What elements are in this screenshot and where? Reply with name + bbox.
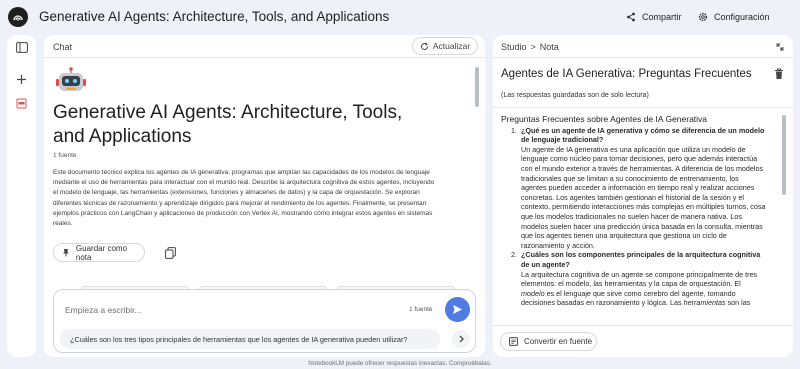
share-icon <box>627 12 635 22</box>
chat-header: Chat <box>53 42 73 52</box>
breadcrumb-note: Nota <box>539 42 559 52</box>
breadcrumb: Studio > Nota <box>501 42 559 52</box>
disclaimer-footer: NotebookLM puede ofrecer respuestas inex… <box>308 360 492 367</box>
refresh-label: Actualizar <box>432 41 471 51</box>
studio-panel: Studio > Nota Agentes de IA Generativa: … <box>493 35 793 357</box>
source-count: 1 fuente <box>53 152 77 159</box>
breadcrumb-studio[interactable]: Studio <box>501 42 527 52</box>
chat-scrollbar[interactable] <box>475 67 479 107</box>
note-divider <box>493 107 793 108</box>
gear-icon <box>698 12 708 22</box>
note-content: Preguntas Frecuentes sobre Agentes de IA… <box>501 114 766 308</box>
pdf-source-icon[interactable] <box>14 96 29 111</box>
settings-label: Configuración <box>714 12 770 22</box>
convert-icon <box>509 337 518 346</box>
robot-emoji-icon <box>56 67 86 91</box>
next-suggestion-button[interactable] <box>452 330 470 348</box>
pin-icon <box>62 249 69 257</box>
refresh-icon <box>420 42 428 50</box>
share-label: Compartir <box>642 12 682 22</box>
sources-rail <box>7 35 36 357</box>
suggested-question[interactable]: ¿Cuáles son los tres tipos principales d… <box>60 329 440 349</box>
convert-to-source-label: Convertir en fuente <box>524 337 593 346</box>
faq-question: ¿Qué es un agente de IA generativa y cóm… <box>519 126 766 145</box>
toggle-sidebar-icon[interactable] <box>14 40 29 55</box>
send-button[interactable] <box>445 297 470 322</box>
add-source-icon[interactable] <box>14 72 29 87</box>
chat-header-divider <box>44 57 485 58</box>
faq-answer: Un agente de IA generativa es una aplica… <box>521 144 766 250</box>
note-heading: Preguntas Frecuentes sobre Agentes de IA… <box>501 114 708 124</box>
note-scrollbar[interactable] <box>782 115 786 195</box>
input-source-count: 1 fuente <box>409 306 433 313</box>
trash-icon[interactable] <box>774 68 784 80</box>
settings-button[interactable]: Configuración <box>690 6 778 28</box>
document-summary: Este documento técnico explica los agent… <box>53 169 435 228</box>
footer-divider <box>493 325 793 326</box>
copy-icon[interactable] <box>165 247 176 259</box>
top-bar: Generative AI Agents: Architecture, Tool… <box>0 0 800 34</box>
chat-panel: Chat Actualizar Generative AI Agents: Ar… <box>44 35 485 357</box>
breadcrumb-separator: > <box>530 42 536 52</box>
send-icon <box>453 305 462 314</box>
save-as-note-label: Guardar como nota <box>75 243 128 262</box>
save-as-note-button[interactable]: Guardar como nota <box>53 243 145 262</box>
read-only-notice: (Las respuestas guardadas son de solo le… <box>501 92 649 99</box>
document-title: Generative AI Agents: Architecture, Tool… <box>53 102 403 147</box>
notebooklm-logo-icon[interactable] <box>8 7 28 27</box>
refresh-button[interactable]: Actualizar <box>412 37 478 55</box>
studio-header-divider <box>493 57 793 58</box>
chat-input-box: Empieza a escribir... 1 fuente ¿Cuáles s… <box>53 289 476 353</box>
chat-input[interactable]: Empieza a escribir... <box>65 305 142 315</box>
faq-question: ¿Cuáles son los componentes principales … <box>519 250 766 269</box>
faq-list: ¿Qué es un agente de IA generativa y cóm… <box>501 126 766 145</box>
notebook-title[interactable]: Generative AI Agents: Architecture, Tool… <box>39 9 389 24</box>
chevron-right-icon <box>459 335 464 343</box>
note-title: Agentes de IA Generativa: Preguntas Frec… <box>501 68 752 80</box>
faq-list: ¿Cuáles son los componentes principales … <box>501 250 766 269</box>
convert-to-source-button[interactable]: Convertir en fuente <box>500 332 597 351</box>
collapse-icon[interactable] <box>775 42 785 52</box>
share-button[interactable]: Compartir <box>618 6 690 28</box>
faq-answer: La arquitectura cognitiva de un agente s… <box>521 269 758 308</box>
